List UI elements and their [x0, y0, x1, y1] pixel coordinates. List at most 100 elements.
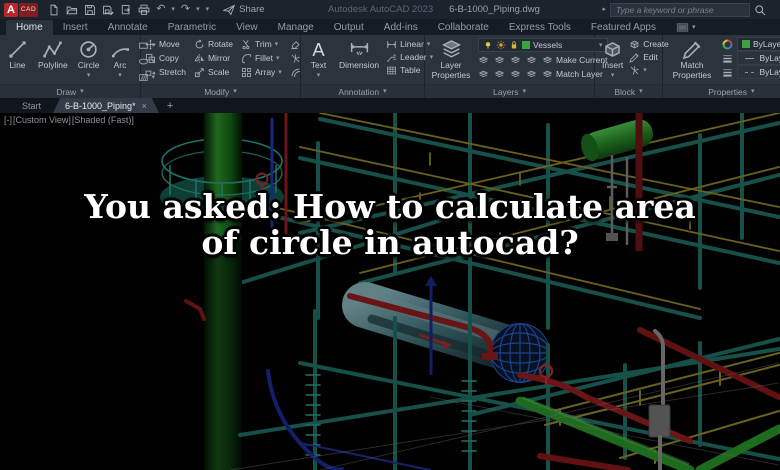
autocad-logo[interactable]: A CAD	[4, 2, 39, 17]
line-button[interactable]: Line	[4, 38, 31, 84]
lineweight-value: ByLayer	[759, 53, 780, 63]
view-control[interactable]: [Custom View]	[13, 115, 71, 125]
visual-style-control[interactable]: [Shaded (Fast)]	[72, 115, 134, 125]
layer-color-swatch[interactable]	[522, 41, 530, 49]
layer-freeze-icon[interactable]	[510, 55, 521, 66]
tab-output[interactable]: Output	[324, 20, 374, 35]
tab-manage[interactable]: Manage	[268, 20, 324, 35]
tab-view[interactable]: View	[226, 20, 268, 35]
tab-collaborate[interactable]: Collaborate	[428, 20, 499, 35]
plot-icon[interactable]	[120, 4, 132, 16]
trim-button[interactable]: Trim ▾	[241, 38, 282, 50]
search-input[interactable]	[610, 2, 750, 17]
layer-freeze-sun-icon[interactable]	[496, 40, 506, 50]
polyline-button[interactable]: Polyline	[35, 38, 71, 84]
layer-properties-button[interactable]: Layer Properties	[429, 38, 473, 84]
search-expand-icon[interactable]: ▸	[602, 6, 606, 13]
layer-unisolate-icon[interactable]	[494, 69, 505, 80]
new-tab-button[interactable]: +	[159, 98, 181, 113]
copy-button[interactable]: Copy	[145, 52, 186, 64]
drawing-viewport[interactable]: [-] [Custom View] [Shaded (Fast)]	[0, 113, 780, 470]
offset-button[interactable]	[290, 66, 301, 78]
new-file-icon[interactable]	[48, 4, 60, 16]
redo-dropdown-icon[interactable]: ▾	[196, 6, 200, 13]
properties-panel-label[interactable]: Properties ▾	[663, 84, 780, 98]
file-tab-document[interactable]: 6-B-1000_Piping* ×	[53, 98, 159, 113]
logo-cad-icon: CAD	[18, 2, 39, 17]
text-button[interactable]: Text ▾	[305, 38, 332, 84]
search-icon[interactable]	[754, 4, 766, 16]
explode-button[interactable]	[290, 52, 301, 64]
layer-isolate-icon[interactable]	[494, 55, 505, 66]
circle-button[interactable]: Circle ▾	[75, 38, 103, 84]
layer-off-icon[interactable]	[478, 55, 489, 66]
array-button[interactable]: Array ▾	[241, 66, 282, 78]
save-as-icon[interactable]	[102, 4, 114, 16]
circle-label: Circle	[77, 60, 100, 70]
share-button[interactable]: Share	[223, 4, 265, 16]
leader-icon	[386, 52, 397, 63]
layer-on-bulb-icon[interactable]	[483, 40, 493, 50]
rotate-button[interactable]: Rotate	[194, 38, 233, 50]
current-layer-name: Vessels	[533, 40, 563, 50]
arc-button[interactable]: Arc ▾	[107, 38, 134, 84]
scale-button[interactable]: Scale	[194, 66, 233, 78]
lineweight-sample	[745, 57, 754, 59]
dimension-button[interactable]: Dimension	[336, 38, 382, 84]
erase-button[interactable]	[290, 38, 301, 50]
tab-express-tools[interactable]: Express Tools	[499, 20, 581, 35]
file-tab-start[interactable]: Start	[10, 98, 53, 113]
arc-dropdown-icon: ▾	[118, 71, 122, 79]
ribbon: Line Polyline Circle ▾ Arc ▾ ▾ ▾ ▾ Draw …	[0, 35, 780, 98]
modify-panel-label[interactable]: Modify ▾	[141, 84, 300, 98]
draw-panel-label[interactable]: Draw ▾	[0, 84, 140, 98]
tab-add-ins[interactable]: Add-ins	[374, 20, 428, 35]
move-icon	[145, 39, 156, 50]
match-properties-button[interactable]: Match Properties	[667, 38, 717, 84]
tab-home[interactable]: Home	[6, 20, 53, 35]
tab-featured-apps[interactable]: Featured Apps	[581, 20, 666, 35]
tab-insert[interactable]: Insert	[53, 20, 98, 35]
annotation-panel-label[interactable]: Annotation ▾	[301, 84, 424, 98]
block-panel-label[interactable]: Block ▾	[595, 84, 662, 98]
make-current-icon	[542, 55, 553, 66]
linetype-value: ByLayer	[759, 67, 780, 77]
fillet-button[interactable]: Fillet ▾	[241, 52, 282, 64]
edit-block-icon	[629, 52, 640, 63]
tab-annotate[interactable]: Annotate	[98, 20, 158, 35]
undo-dropdown-icon[interactable]: ▾	[171, 6, 175, 13]
object-color-dropdown[interactable]: ByLayer ▾	[737, 37, 780, 51]
move-button[interactable]: Move	[145, 38, 186, 50]
layer-dropdown[interactable]: Vessels ▾	[478, 38, 608, 52]
logo-a-icon: A	[4, 2, 18, 17]
insert-block-button[interactable]: Insert ▾	[599, 38, 626, 84]
match-layer-button[interactable]: Match Layer	[542, 68, 603, 80]
undo-icon[interactable]: ↶	[156, 4, 165, 15]
layer-thaw-icon[interactable]	[510, 69, 521, 80]
circle-icon	[78, 39, 99, 60]
panel-draw: Line Polyline Circle ▾ Arc ▾ ▾ ▾ ▾ Draw …	[0, 35, 155, 98]
close-tab-icon[interactable]: ×	[142, 101, 147, 111]
annotation-panel-expand-icon: ▾	[383, 88, 387, 95]
ribbon-display-toggle[interactable]: ▾	[676, 23, 695, 35]
linetype-dropdown[interactable]: ByLayer	[737, 65, 780, 79]
open-file-icon[interactable]	[66, 4, 78, 16]
piping-3d-scene	[0, 113, 780, 470]
save-icon[interactable]	[84, 4, 96, 16]
customize-qat-icon[interactable]: ▾	[206, 6, 210, 13]
layer-unlock-icon[interactable]	[526, 69, 537, 80]
layer-lock-icon[interactable]	[509, 40, 519, 50]
mirror-button[interactable]: Mirror	[194, 52, 233, 64]
explode-icon	[290, 53, 301, 64]
redo-icon[interactable]: ↷	[181, 4, 190, 15]
stretch-button[interactable]: Stretch	[145, 66, 186, 78]
layers-panel-label[interactable]: Layers ▾	[425, 84, 594, 98]
viewport-menu-control[interactable]: [-]	[4, 115, 12, 125]
fillet-dropdown-icon: ▾	[275, 54, 280, 62]
print-icon[interactable]	[138, 4, 150, 16]
layer-properties-icon	[441, 39, 462, 60]
lineweight-dropdown[interactable]: ByLayer	[737, 51, 780, 65]
tab-parametric[interactable]: Parametric	[158, 20, 226, 35]
layer-lock-mini-icon[interactable]	[526, 55, 537, 66]
layer-on-mini-icon[interactable]	[478, 69, 489, 80]
